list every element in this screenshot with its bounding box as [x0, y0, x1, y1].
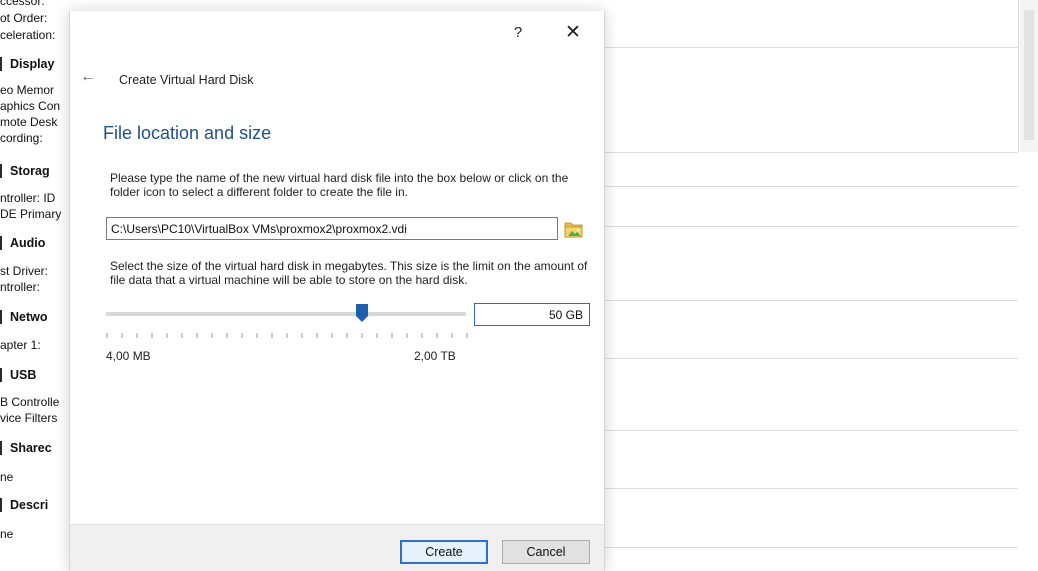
details-section-header[interactable]: Display — [0, 57, 54, 71]
create-button[interactable]: Create — [400, 540, 488, 564]
details-text: st Driver: — [0, 264, 48, 278]
section-icon — [0, 441, 2, 455]
slider-track[interactable] — [106, 312, 466, 316]
details-row-label: eo Memor — [0, 83, 54, 97]
details-text: DE Primary — [0, 207, 62, 221]
section-icon — [0, 57, 2, 71]
screen: ccessor: ot Order: celeration: Display eo Me… — [0, 0, 1038, 571]
details-section-header[interactable]: USB — [0, 368, 36, 382]
details-text: apter 1: — [0, 338, 41, 352]
preview-border — [1018, 0, 1019, 152]
section-icon — [0, 310, 2, 324]
details-divider — [604, 488, 1018, 489]
file-location-input[interactable] — [106, 217, 558, 240]
details-divider — [604, 226, 1018, 227]
details-text: ntroller: ID — [0, 191, 56, 205]
details-section-header[interactable]: Netwo — [0, 310, 48, 324]
details-row-label: ccessor: — [0, 0, 45, 8]
disk-size-input[interactable] — [474, 303, 590, 326]
size-description: Select the size of the virtual hard disk… — [110, 259, 588, 287]
disk-size-slider[interactable] — [106, 304, 468, 344]
details-text: ntroller: — [0, 280, 41, 294]
cancel-button[interactable]: Cancel — [502, 540, 590, 564]
slider-min-label: 4,00 MB — [106, 349, 151, 363]
details-text: Display — [10, 57, 55, 71]
details-text: cording: — [0, 131, 43, 145]
details-row-label: ne — [0, 527, 13, 541]
details-text: Sharec — [10, 441, 52, 455]
back-arrow-icon[interactable]: ← — [80, 69, 96, 85]
section-icon — [0, 368, 2, 382]
details-text: aphics Con — [0, 99, 61, 113]
details-row-label: B Controlle — [0, 395, 59, 409]
section-icon — [0, 164, 2, 178]
location-description: Please type the name of the new virtual … — [110, 171, 569, 199]
details-divider — [604, 300, 1018, 301]
page-title: File location and size — [103, 123, 272, 143]
details-row-label: DE Primary — [0, 207, 61, 221]
details-row-label: ne — [0, 470, 13, 484]
details-section-header[interactable]: Sharec — [0, 441, 52, 455]
wizard-title: Create Virtual Hard Disk — [119, 73, 254, 87]
details-divider — [604, 358, 1018, 359]
details-text: ot Order: — [0, 11, 48, 25]
details-row-label: vice Filters — [0, 411, 57, 425]
details-scrollbar-thumb[interactable] — [1024, 10, 1034, 140]
details-divider — [604, 47, 1018, 48]
details-text: celeration: — [0, 28, 56, 42]
details-row-label: ot Order: — [0, 11, 47, 25]
details-section-header[interactable]: Storag — [0, 164, 50, 178]
help-button[interactable]: ? — [506, 21, 530, 45]
details-section-header[interactable]: Audio — [0, 236, 45, 250]
details-row-label: aphics Con — [0, 99, 60, 113]
details-section-header[interactable]: Descri — [0, 498, 48, 512]
details-text: Audio — [10, 236, 46, 250]
slider-max-label: 2,00 TB — [414, 349, 456, 363]
details-text: Netwo — [10, 310, 48, 324]
details-text: ne — [0, 470, 14, 484]
details-text: vice Filters — [0, 411, 58, 425]
details-divider — [604, 152, 1018, 153]
details-text: B Controlle — [0, 395, 60, 409]
details-row-label: celeration: — [0, 28, 55, 42]
section-icon — [0, 498, 2, 512]
details-row-label: mote Desk — [0, 115, 57, 129]
details-text: ne — [0, 527, 14, 541]
details-row-label: st Driver: — [0, 264, 48, 278]
details-text: USB — [10, 368, 37, 382]
details-text: ccessor: — [0, 0, 45, 8]
details-divider — [604, 430, 1018, 431]
details-text: eo Memor — [0, 83, 55, 97]
slider-ticks — [106, 333, 468, 338]
slider-handle[interactable] — [355, 304, 368, 322]
details-divider — [604, 186, 1018, 187]
details-text: mote Desk — [0, 115, 58, 129]
details-divider — [604, 547, 1018, 548]
create-virtual-hard-disk-dialog: ? ✕ ← Create Virtual Hard Disk File loca… — [69, 11, 605, 571]
details-row-label: cording: — [0, 131, 43, 145]
details-text: Descri — [10, 498, 49, 512]
dialog-footer: Create Cancel — [70, 524, 604, 571]
details-text: Storag — [10, 164, 50, 178]
details-row-label: ntroller: — [0, 280, 40, 294]
details-row-label: apter 1: — [0, 338, 41, 352]
section-icon — [0, 236, 2, 250]
folder-icon[interactable] — [564, 219, 584, 239]
details-row-label: ntroller: ID — [0, 191, 55, 205]
close-button[interactable]: ✕ — [561, 21, 585, 45]
